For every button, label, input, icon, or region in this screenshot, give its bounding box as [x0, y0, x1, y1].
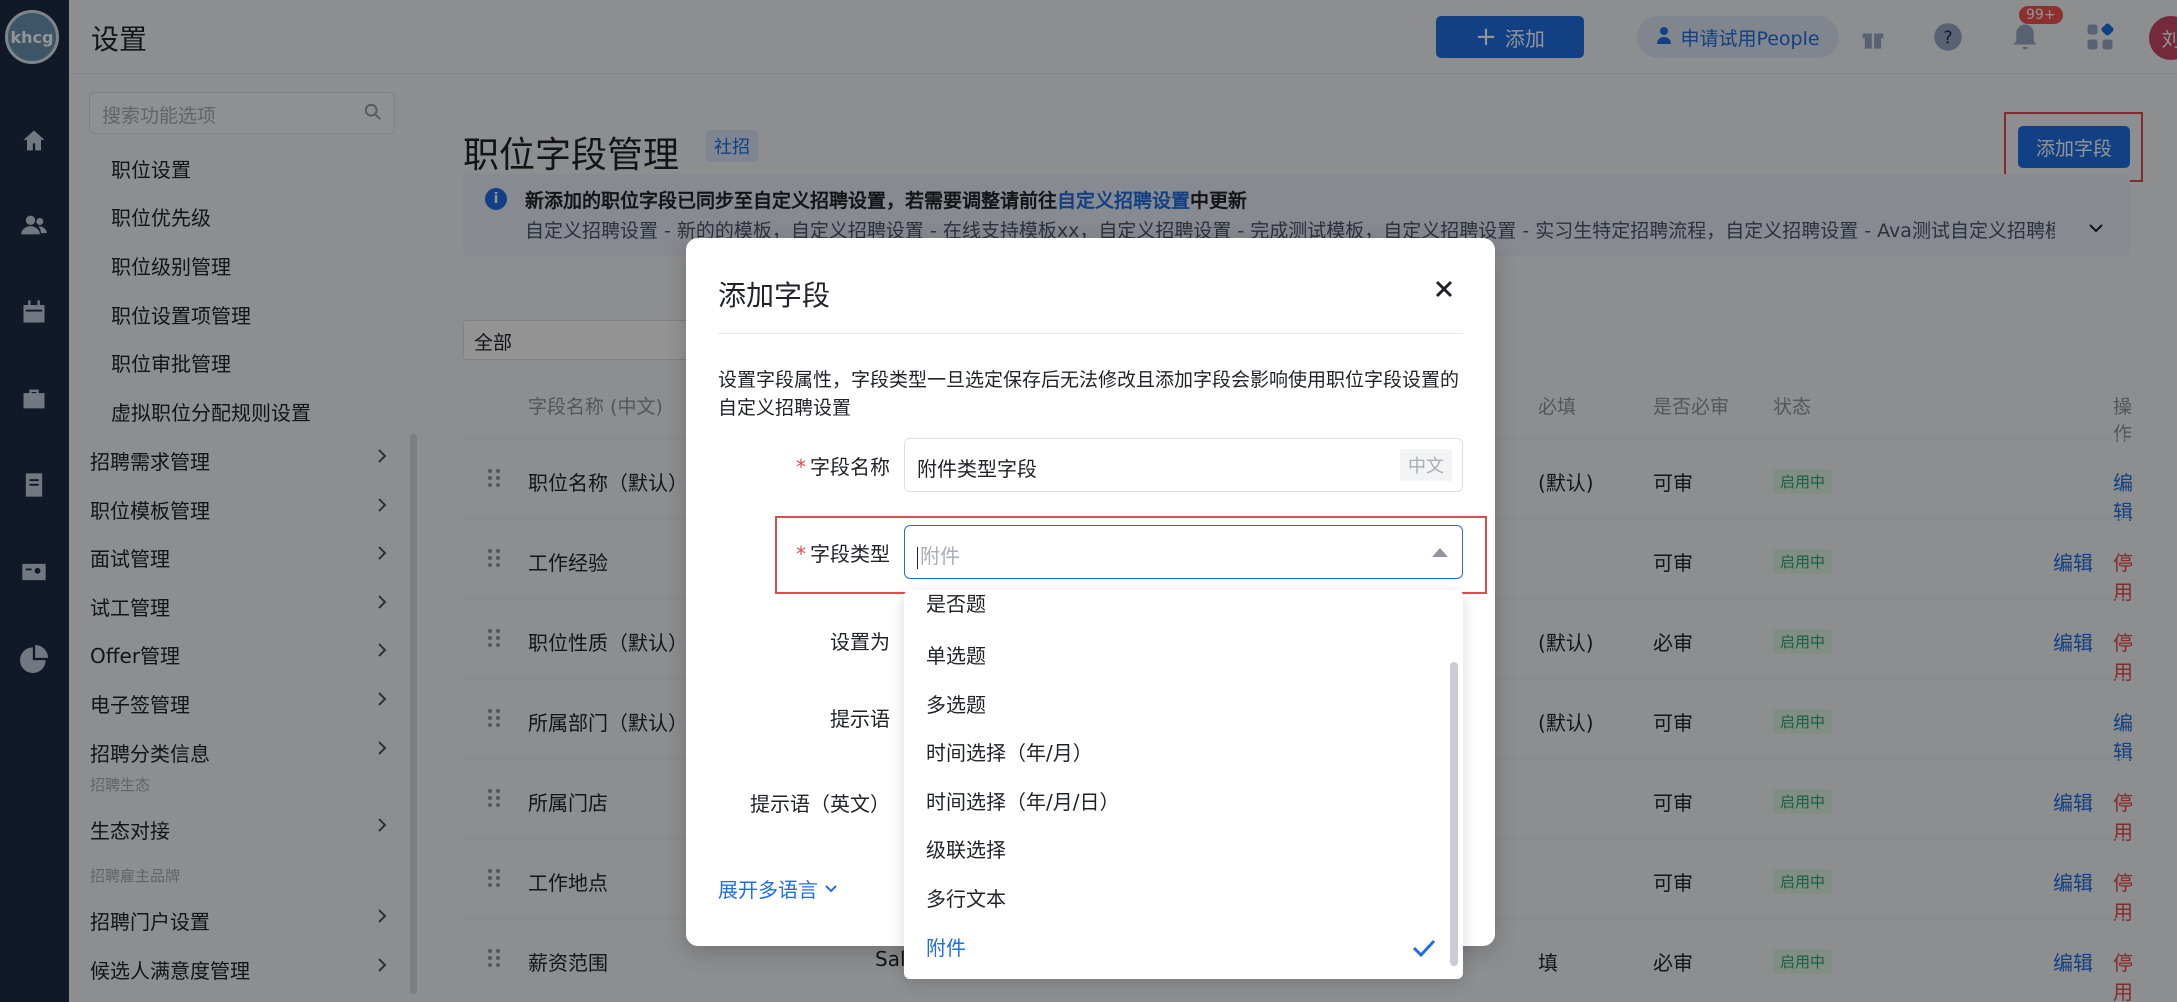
chevron-down-icon	[825, 884, 837, 892]
dropdown-option-selected[interactable]: 附件	[926, 932, 966, 961]
field-type-highlight	[775, 516, 1487, 594]
set-as-label: 设置为	[830, 630, 890, 654]
field-name-input[interactable]: 附件类型字段 中文	[904, 438, 1463, 492]
field-name-label: * 字段名称	[748, 451, 890, 480]
modal-divider	[718, 333, 1463, 334]
check-icon	[1412, 939, 1436, 958]
lang-tag[interactable]: 中文	[1400, 449, 1452, 481]
hint-label: 提示语	[830, 707, 890, 731]
hint-en-label: 提示语（英文）	[750, 792, 890, 816]
modal-description: 设置字段属性，字段类型一旦选定保存后无法修改且添加字段会影响使用职位字段设置的自…	[718, 369, 1460, 419]
dropdown-option[interactable]: 级联选择	[926, 834, 1006, 863]
dropdown-option[interactable]: 单选题	[926, 640, 986, 669]
dropdown-scrollbar[interactable]	[1450, 662, 1458, 966]
close-icon[interactable]	[1431, 276, 1457, 302]
expand-languages-link[interactable]: 展开多语言	[718, 874, 838, 903]
field-type-dropdown: 是否题 单选题 多选题 时间选择（年/月） 时间选择（年/月/日） 级联选择 多…	[904, 590, 1463, 979]
dropdown-option[interactable]: 多选题	[926, 689, 986, 718]
dropdown-option[interactable]: 时间选择（年/月/日）	[926, 786, 1119, 815]
field-name-label-text: 字段名称	[810, 455, 890, 479]
field-name-value: 附件类型字段	[917, 457, 1037, 481]
dropdown-option[interactable]: 时间选择（年/月）	[926, 737, 1093, 766]
expand-languages-label: 展开多语言	[718, 878, 818, 902]
required-star: *	[796, 455, 806, 479]
dropdown-option[interactable]: 是否题	[926, 590, 986, 617]
dropdown-option[interactable]: 多行文本	[926, 883, 1006, 912]
modal-title: 添加字段	[718, 279, 831, 312]
